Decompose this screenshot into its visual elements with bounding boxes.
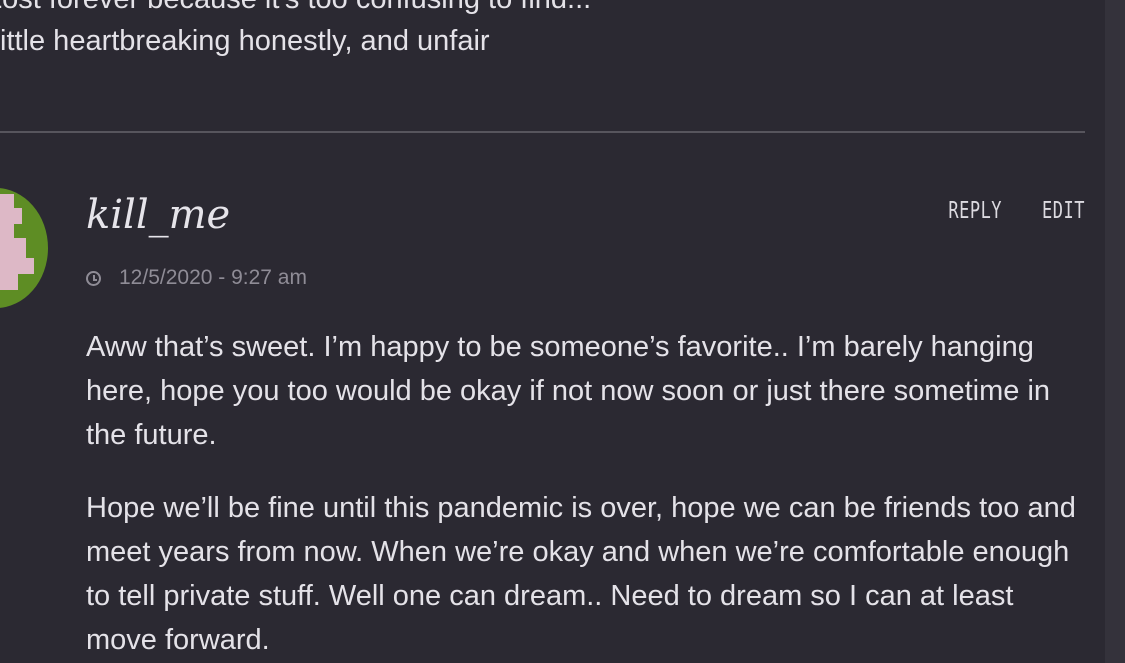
previous-comment-line: Lost forever because it's too confusing …: [0, 0, 1086, 20]
comment-author[interactable]: kill_me: [86, 190, 230, 240]
reply-button[interactable]: Reply: [948, 198, 1002, 225]
comment-actions: Reply Edit: [948, 198, 1085, 225]
avatar-pixel: [0, 238, 26, 258]
previous-comment-line: ittle heartbreaking honestly, and unfair: [0, 25, 490, 57]
comment-timestamp[interactable]: 12/5/2020 - 9:27 am: [119, 266, 307, 290]
previous-comment-text: Lost forever because it's too confusing …: [0, 0, 1100, 62]
avatar-pixel: [0, 224, 14, 238]
avatar-pixel: [0, 258, 34, 274]
comment-meta: 12/5/2020 - 9:27 am: [86, 266, 307, 290]
avatar-pixel: [0, 274, 18, 290]
avatar-pixel: [0, 194, 14, 208]
clock-icon: [86, 270, 101, 286]
comment-divider: [0, 131, 1085, 133]
avatar[interactable]: [0, 188, 48, 308]
avatar-pixel: [0, 208, 22, 224]
comment-paragraph: Hope we’ll be fine until this pandemic i…: [86, 492, 1076, 656]
edit-button[interactable]: Edit: [1042, 198, 1085, 225]
comment-thread: Lost forever because it's too confusing …: [0, 0, 1125, 663]
comment-paragraph: Aww that’s sweet. I’m happy to be someon…: [86, 331, 1051, 451]
scrollbar-track[interactable]: [1105, 0, 1125, 663]
comment-body: Aww that’s sweet. I’m happy to be someon…: [86, 325, 1086, 663]
